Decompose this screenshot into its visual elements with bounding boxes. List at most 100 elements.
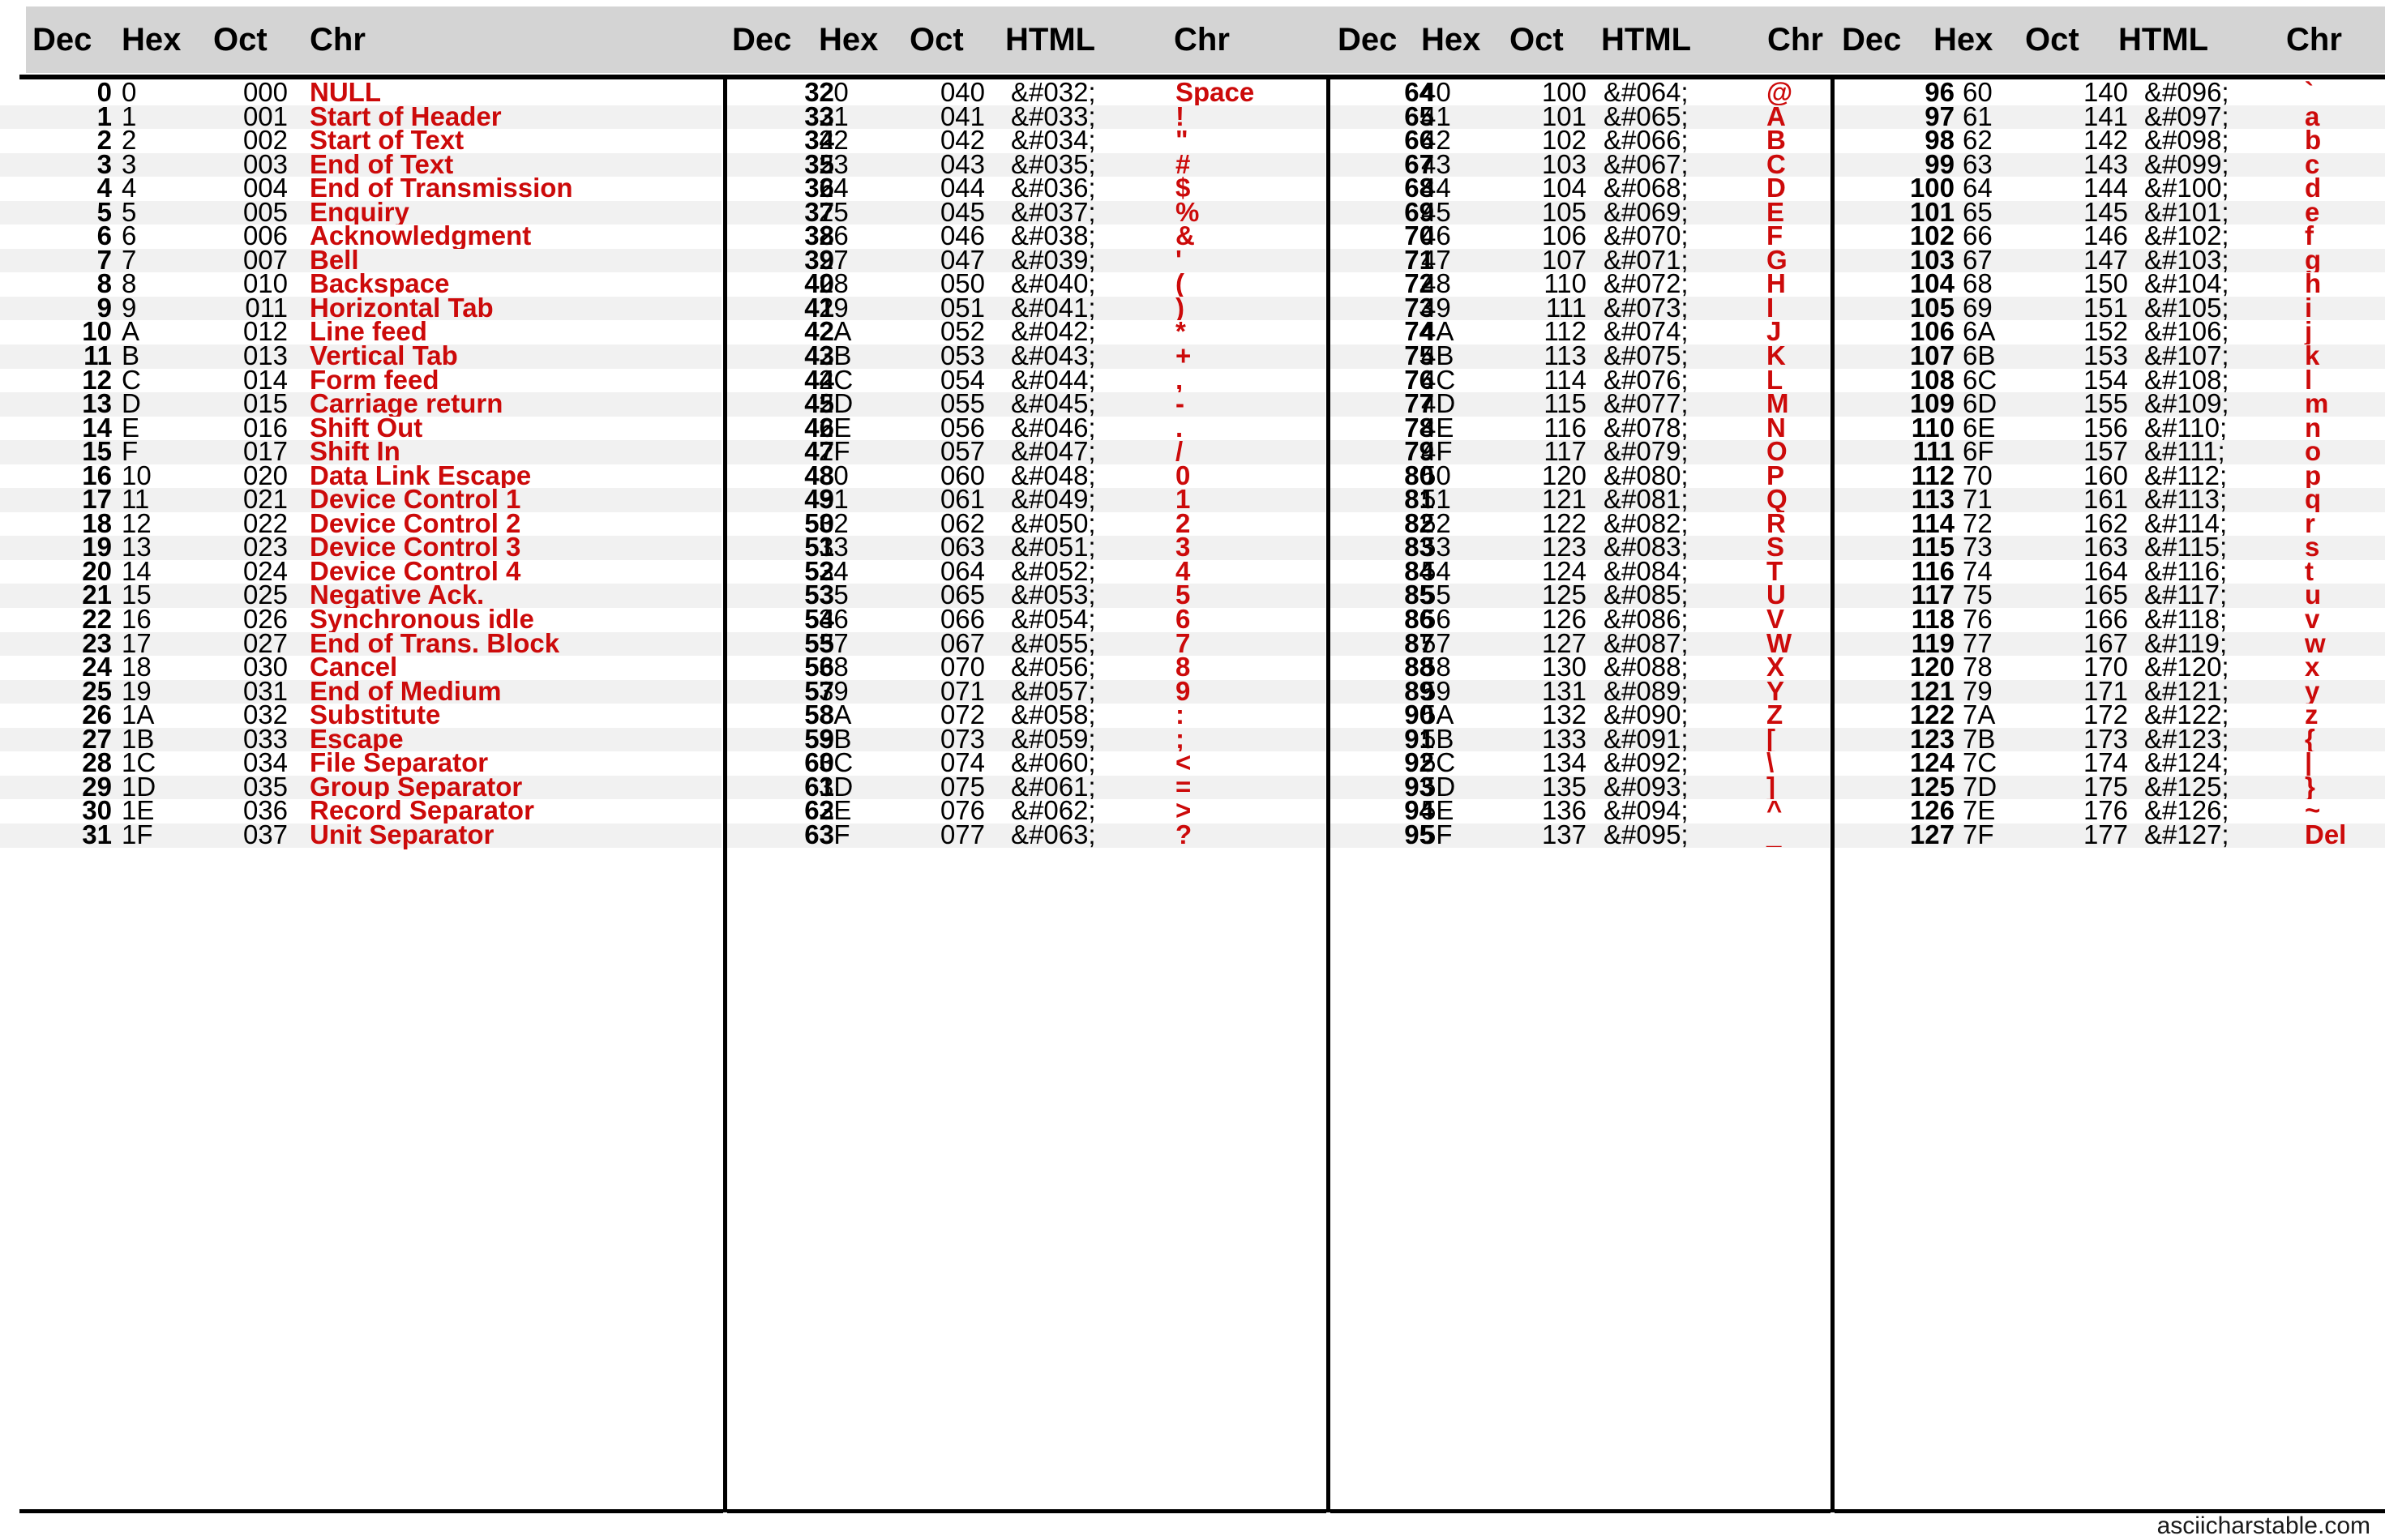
cell-chr: [ bbox=[1766, 723, 1775, 754]
cell-chr: ; bbox=[1175, 723, 1184, 754]
cell-hex: 1F bbox=[122, 819, 153, 849]
cell-chr: \ bbox=[1766, 747, 1775, 778]
header-dec-4: Dec bbox=[1842, 22, 1902, 58]
cell-oct: 177 bbox=[2083, 819, 2128, 849]
header-html-2: HTML bbox=[1005, 22, 1096, 58]
header-hex-4: Hex bbox=[1933, 22, 1993, 58]
cell-dec: 5 bbox=[96, 196, 112, 227]
table-row: 63 3F 077 &#063;? bbox=[727, 819, 1325, 849]
cell-chr: * bbox=[1175, 316, 1186, 347]
header-dec-2: Dec bbox=[732, 22, 792, 58]
table-row: 95 5F 137 &#095; _ bbox=[1330, 819, 1830, 849]
cell-html: &#095; bbox=[1604, 819, 1689, 849]
table-block-printable-3: 96 60 140 &#096; ` 97 61 141 &#097; a 98 62 142 &#098… bbox=[1835, 79, 2385, 849]
cell-dec: 127 bbox=[1909, 819, 1955, 849]
cell-chr: 8 bbox=[1175, 652, 1191, 682]
cell-chr: ) bbox=[1175, 292, 1184, 323]
cell-chr: 3 bbox=[1175, 532, 1191, 563]
header-hex-3: Hex bbox=[1421, 22, 1481, 58]
cell-chr: Del bbox=[2305, 819, 2347, 849]
cell-chr: ! bbox=[1175, 101, 1184, 131]
cell-dec: 7 bbox=[96, 244, 112, 275]
cell-oct: 077 bbox=[940, 819, 985, 849]
cell-chr: H bbox=[1766, 268, 1786, 299]
header-chr-4: Chr bbox=[2286, 22, 2342, 58]
cell-dec: 3 bbox=[96, 148, 112, 179]
cell-chr: Z bbox=[1766, 699, 1783, 730]
cell-dec: 0 bbox=[96, 77, 112, 107]
table-block-control: 0 0 000 NULL 1 1 001 Start of Header 2 2 002 Start … bbox=[0, 77, 721, 849]
header-html-3: HTML bbox=[1601, 22, 1692, 58]
cell-chr: Acknowledgment bbox=[310, 220, 532, 251]
cell-hex: 7F bbox=[1963, 819, 1994, 849]
table-block-printable-2: 64 40 100 &#064; @65 41 101 &#065; A 66 42 102 &#066… bbox=[1330, 79, 1830, 849]
cell-chr: 7 bbox=[1175, 627, 1191, 658]
header-oct-3: Oct bbox=[1509, 22, 1564, 58]
cell-hex: 5F bbox=[1421, 819, 1453, 849]
cell-chr: 9 bbox=[1175, 675, 1191, 706]
cell-chr: 0 bbox=[1175, 460, 1191, 490]
cell-chr: e bbox=[2305, 196, 2320, 227]
header-dec-3: Dec bbox=[1338, 22, 1398, 58]
block-divider-3 bbox=[1830, 78, 1835, 1512]
cell-chr: _ bbox=[1766, 819, 1782, 849]
cell-chr: h bbox=[2305, 268, 2322, 299]
cell-html: &#127; bbox=[2144, 819, 2229, 849]
footer-site-label: asciicharstable.com bbox=[2156, 1512, 2370, 1539]
cell-chr: - bbox=[1175, 388, 1184, 419]
header-dec-1: Dec bbox=[32, 22, 92, 58]
bottom-rule-1 bbox=[19, 1509, 723, 1513]
cell-chr: & bbox=[1175, 220, 1195, 251]
cell-dec: 4 bbox=[96, 173, 112, 203]
cell-chr: 6 bbox=[1175, 604, 1191, 635]
cell-chr: = bbox=[1175, 771, 1192, 802]
header-chr-2: Chr bbox=[1174, 22, 1230, 58]
cell-oct: 137 bbox=[1541, 819, 1586, 849]
cell-dec: 95 bbox=[1404, 819, 1434, 849]
cell-chr: | bbox=[2305, 747, 2313, 778]
cell-chr: < bbox=[1175, 747, 1192, 778]
cell-chr: z bbox=[2305, 699, 2319, 730]
cell-dec: 1 bbox=[96, 101, 112, 131]
cell-chr: . bbox=[1175, 412, 1184, 443]
cell-chr: , bbox=[1175, 364, 1184, 395]
cell-chr: Space bbox=[1175, 77, 1255, 107]
cell-chr: q bbox=[2305, 484, 2322, 515]
cell-html: &#063; bbox=[1011, 819, 1096, 849]
cell-dec: 8 bbox=[96, 268, 112, 299]
bottom-rule-3 bbox=[1330, 1509, 1830, 1513]
header-chr-3: Chr bbox=[1767, 22, 1823, 58]
cell-chr: : bbox=[1175, 699, 1184, 730]
header-hex-2: Hex bbox=[819, 22, 879, 58]
bottom-rule-2 bbox=[727, 1509, 1326, 1513]
cell-chr: 2 bbox=[1175, 507, 1191, 538]
block-divider-2 bbox=[1326, 78, 1330, 1512]
cell-chr: ' bbox=[1175, 244, 1182, 275]
cell-chr: 1 bbox=[1175, 484, 1191, 515]
cell-chr: { bbox=[2305, 723, 2315, 754]
cell-chr: / bbox=[1175, 436, 1184, 467]
cell-dec: 6 bbox=[96, 220, 112, 251]
table-row: 31 1F 037 Unit Separator bbox=[0, 819, 721, 849]
cell-dec: 31 bbox=[82, 819, 112, 849]
cell-dec: 2 bbox=[96, 125, 112, 156]
cell-chr: # bbox=[1175, 148, 1191, 179]
ascii-table-page: Dec Hex Oct Chr Dec Hex Oct HTML Chr Dec… bbox=[0, 0, 2385, 1539]
header-oct-1: Oct bbox=[213, 22, 268, 58]
block-divider-1 bbox=[723, 78, 727, 1512]
header-hex-1: Hex bbox=[122, 22, 182, 58]
cell-chr: " bbox=[1175, 125, 1188, 156]
cell-chr: i bbox=[2305, 292, 2313, 323]
cell-chr: k bbox=[2305, 340, 2320, 371]
header-oct-2: Oct bbox=[910, 22, 964, 58]
cell-chr: % bbox=[1175, 196, 1200, 227]
header-oct-4: Oct bbox=[2025, 22, 2079, 58]
cell-chr: > bbox=[1175, 795, 1192, 826]
cell-oct: 037 bbox=[242, 819, 288, 849]
header-html-4: HTML bbox=[2118, 22, 2209, 58]
cell-chr: ? bbox=[1175, 819, 1192, 849]
header-chr-1: Chr bbox=[310, 22, 366, 58]
cell-chr: 4 bbox=[1175, 555, 1191, 586]
cell-chr: + bbox=[1175, 340, 1192, 371]
cell-chr: Unit Separator bbox=[310, 819, 495, 849]
